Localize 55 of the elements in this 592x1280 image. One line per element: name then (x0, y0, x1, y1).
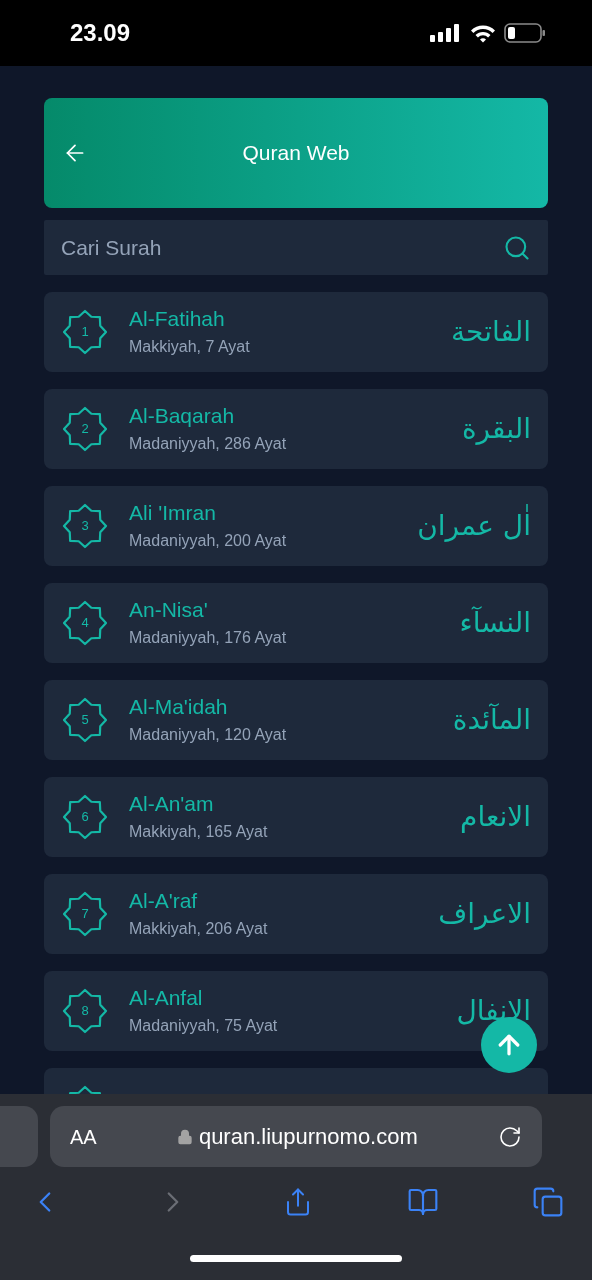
arabic-name: الانفال (456, 993, 531, 1029)
url-text: quran.liupurnomo.com (198, 1123, 418, 1151)
address-bar[interactable]: AA quran.liupurnomo.com (50, 1106, 542, 1167)
arabic-name: الفاتحة (451, 314, 531, 350)
search-input[interactable]: Cari Surah (61, 231, 503, 264)
arabic-name: البقرة (461, 411, 531, 447)
arabic-name: الاعراف (438, 896, 531, 932)
surah-number: 3 (81, 517, 89, 536)
surah-info: Madaniyyah, 176 Ayat (129, 627, 288, 648)
star-badge-icon (62, 794, 108, 840)
search-field[interactable]: Cari Surah (44, 220, 548, 275)
header-title: Quran Web (242, 140, 350, 167)
bookmarks-icon[interactable] (406, 1186, 439, 1218)
surah-name: Al-Baqarah (129, 402, 236, 429)
star-badge-icon (62, 988, 108, 1034)
surah-info: Makkiyah, 165 Ayat (129, 821, 269, 842)
star-badge-icon (62, 697, 108, 743)
battery-icon (504, 23, 546, 43)
surah-name: Al-An'am (129, 790, 215, 817)
surah-name: Al-Anfal (129, 984, 204, 1011)
surah-number: 4 (81, 614, 89, 633)
arabic-name: النسآء (459, 605, 531, 641)
surah-number: 6 (81, 808, 89, 827)
surah-info: Madaniyyah, 200 Ayat (129, 530, 288, 551)
wifi-icon (470, 23, 496, 43)
star-badge-icon (62, 406, 108, 452)
surah-info: Makkiyah, 206 Ayat (129, 918, 269, 939)
star-badge-icon (62, 891, 108, 937)
arabic-name: الانعام (460, 799, 531, 835)
surah-number: 2 (81, 420, 89, 439)
reload-icon[interactable] (498, 1124, 522, 1149)
tabs-icon[interactable] (532, 1186, 564, 1218)
surah-info: Makkiyah, 7 Ayat (129, 336, 251, 357)
surah-name: An-Nisa' (129, 596, 209, 623)
surah-name: Al-Fatihah (129, 305, 226, 332)
search-icon[interactable] (503, 233, 531, 262)
lock-icon (176, 1128, 193, 1145)
surah-number: 8 (81, 1002, 89, 1021)
surah-number: 7 (81, 905, 89, 924)
star-badge-icon (62, 600, 108, 646)
surah-info: Madaniyyah, 75 Ayat (129, 1015, 279, 1036)
signal-icon (430, 24, 462, 42)
arabic-name: المآئدة (452, 702, 531, 738)
surah-number: 5 (81, 711, 89, 730)
surah-name: Al-A'raf (129, 887, 199, 914)
surah-info: Madaniyyah, 120 Ayat (129, 724, 288, 745)
arabic-name: اٰل عمران (417, 505, 531, 547)
surah-name: Ali 'Imran (129, 499, 217, 526)
surah-number: 1 (81, 323, 89, 342)
surah-info: Madaniyyah, 286 Ayat (129, 433, 288, 454)
star-badge-icon (62, 309, 108, 355)
surah-name: Al-Ma'idah (129, 693, 229, 720)
status-time: 23.09 (70, 18, 131, 48)
text-size-button[interactable]: AA (70, 1121, 97, 1152)
star-badge-icon (62, 503, 108, 549)
